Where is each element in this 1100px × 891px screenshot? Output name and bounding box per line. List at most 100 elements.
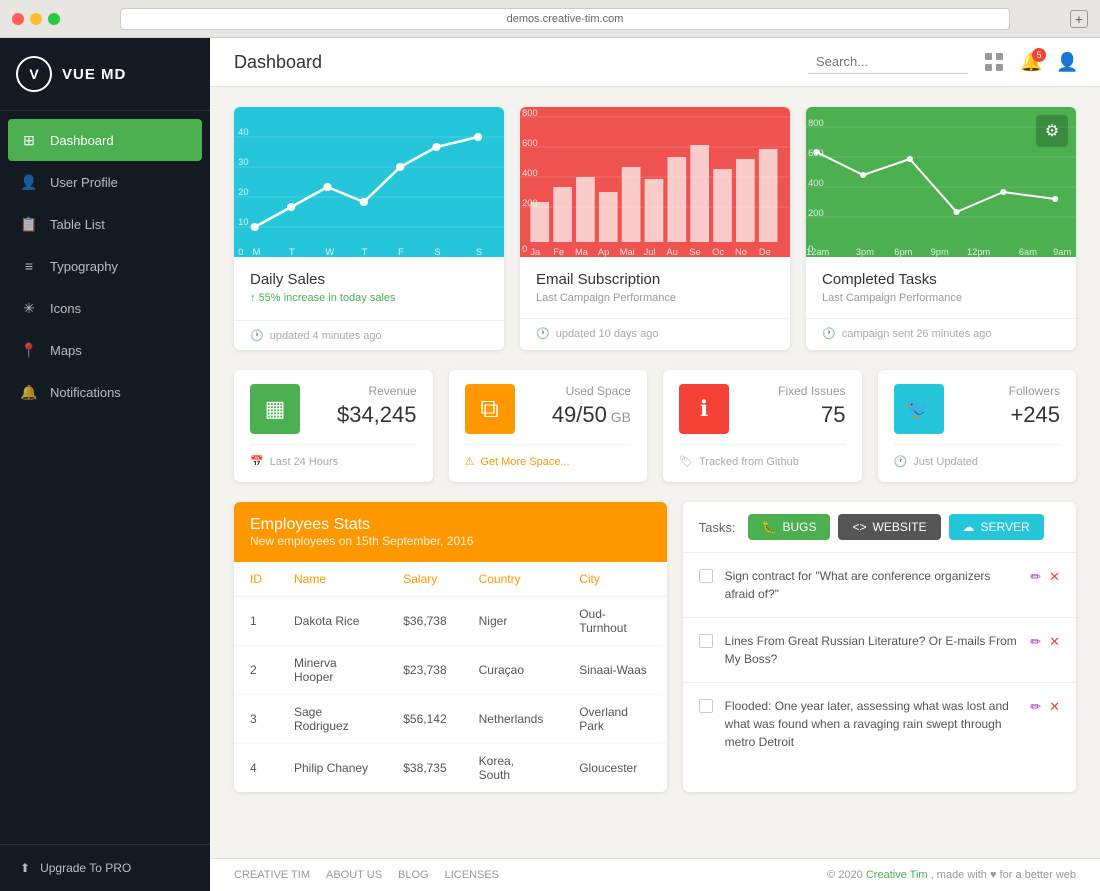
cell-id: 4 — [234, 744, 278, 793]
svg-text:Mai: Mai — [620, 247, 635, 257]
sidebar-item-typography[interactable]: ≡ Typography — [0, 245, 210, 287]
upgrade-button[interactable]: ⬆ Upgrade To PRO — [0, 844, 210, 891]
footer-link-blog[interactable]: BLOG — [398, 869, 429, 881]
cell-country: Curaçao — [463, 646, 564, 695]
url-bar[interactable]: demos.creative-tim.com — [120, 8, 1010, 30]
used-space-icon: ⧉ — [465, 384, 515, 434]
logo-icon: V — [16, 56, 52, 92]
search-input[interactable] — [808, 50, 968, 74]
user-icon: 👤 — [20, 173, 38, 191]
add-tab-button[interactable]: + — [1070, 10, 1088, 28]
footer-link-licenses[interactable]: LICENSES — [445, 869, 499, 881]
fixed-issues-footer: 🏷 Tracked from Github — [679, 444, 846, 468]
employees-table-body: 1Dakota Rice$36,738NigerOud-Turnhout2Min… — [234, 597, 667, 793]
cell-country: Niger — [463, 597, 564, 646]
task-delete-icon-3[interactable]: ✕ — [1049, 699, 1060, 715]
svg-text:Ap: Ap — [598, 247, 609, 257]
cell-salary: $23,738 — [387, 646, 462, 695]
tab-website[interactable]: <> WEBSITE — [838, 514, 940, 540]
close-dot[interactable] — [12, 13, 24, 25]
grid-icon[interactable] — [984, 52, 1004, 72]
task-delete-icon-1[interactable]: ✕ — [1049, 569, 1060, 585]
tab-bugs[interactable]: 🐛 BUGS — [748, 514, 831, 540]
revenue-info: Revenue $34,245 — [312, 384, 417, 428]
table-icon: 📋 — [20, 215, 38, 233]
task-edit-icon-2[interactable]: ✏ — [1030, 634, 1041, 650]
main-content: Dashboard 🔔 5 👤 — [210, 38, 1100, 891]
followers-label: Followers — [956, 384, 1061, 398]
email-subscription-title: Email Subscription — [536, 271, 774, 288]
svg-text:S: S — [476, 247, 482, 257]
table-row: 1Dakota Rice$36,738NigerOud-Turnhout — [234, 597, 667, 646]
sidebar-item-maps[interactable]: 📍 Maps — [0, 329, 210, 371]
app-name: VUE MD — [62, 66, 126, 83]
sidebar-nav: ⊞ Dashboard 👤 User Profile 📋 Table List … — [0, 111, 210, 844]
sidebar-item-label: Notifications — [50, 385, 121, 400]
sidebar-item-dashboard[interactable]: ⊞ Dashboard — [8, 119, 202, 161]
clock-icon: 🕐 — [822, 327, 836, 340]
used-space-card: ⧉ Used Space 49/50 GB ⚠ Get More Space..… — [449, 370, 648, 482]
footer-link-about-us[interactable]: ABOUT US — [326, 869, 382, 881]
sidebar-item-label: User Profile — [50, 175, 118, 190]
employees-title: Employees Stats — [250, 516, 651, 534]
employees-subtitle: New employees on 15th September, 2016 — [250, 534, 651, 548]
sidebar-item-notifications[interactable]: 🔔 Notifications — [0, 371, 210, 413]
employees-table: ID Name Salary Country City 1Dakota Rice… — [234, 562, 667, 792]
col-city: City — [563, 562, 666, 597]
task-checkbox-2[interactable] — [699, 634, 713, 648]
tasks-list: Sign contract for "What are conference o… — [683, 553, 1076, 765]
sidebar-item-user-profile[interactable]: 👤 User Profile — [0, 161, 210, 203]
sidebar-logo: V VUE MD — [0, 38, 210, 111]
get-more-space-link[interactable]: Get More Space... — [480, 456, 569, 468]
used-space-top: ⧉ Used Space 49/50 GB — [465, 384, 632, 434]
daily-sales-footer: 🕐 updated 4 minutes ago — [234, 320, 504, 350]
task-delete-icon-2[interactable]: ✕ — [1049, 634, 1060, 650]
svg-text:40: 40 — [238, 127, 248, 137]
cell-country: Korea, South — [463, 744, 564, 793]
used-space-label: Used Space — [527, 384, 632, 398]
completed-tasks-title: Completed Tasks — [822, 271, 1060, 288]
cell-city: Gloucester — [563, 744, 666, 793]
svg-text:30: 30 — [238, 157, 248, 167]
footer-brand-link[interactable]: Creative Tim — [866, 869, 928, 881]
task-edit-icon-3[interactable]: ✏ — [1030, 699, 1041, 715]
sidebar-item-table-list[interactable]: 📋 Table List — [0, 203, 210, 245]
task-checkbox-1[interactable] — [699, 569, 713, 583]
svg-text:W: W — [325, 247, 334, 257]
svg-text:Ma: Ma — [575, 247, 589, 257]
notifications-bell-icon[interactable]: 🔔 5 — [1020, 52, 1040, 72]
svg-text:9pm: 9pm — [931, 247, 950, 257]
col-id: ID — [234, 562, 278, 597]
revenue-footer: 📅 Last 24 Hours — [250, 444, 417, 468]
footer-links: CREATIVE TIM ABOUT US BLOG LICENSES — [234, 869, 499, 881]
email-subscription-card: 800 600 400 200 0 — [520, 107, 790, 350]
cell-id: 2 — [234, 646, 278, 695]
table-row: 2Minerva Hooper$23,738CuraçaoSinaai-Waas — [234, 646, 667, 695]
daily-sales-increase: ↑ 55% increase in today sales — [250, 292, 488, 304]
daily-sales-title: Daily Sales — [250, 271, 488, 288]
footer-link-creative-tim[interactable]: CREATIVE TIM — [234, 869, 310, 881]
gear-button[interactable]: ⚙ — [1036, 115, 1068, 147]
content-area: 40 30 20 10 0 — [210, 87, 1100, 858]
url-text: demos.creative-tim.com — [507, 13, 624, 25]
sidebar-item-icons[interactable]: ✳ Icons — [0, 287, 210, 329]
col-salary: Salary — [387, 562, 462, 597]
task-edit-icon-1[interactable]: ✏ — [1030, 569, 1041, 585]
svg-text:S: S — [434, 247, 440, 257]
email-subscription-chart: 800 600 400 200 0 — [520, 107, 790, 257]
upgrade-icon: ⬆ — [20, 861, 30, 875]
header: Dashboard 🔔 5 👤 — [210, 38, 1100, 87]
svg-text:Jul: Jul — [644, 247, 656, 257]
svg-text:Se: Se — [689, 247, 700, 257]
user-avatar-icon[interactable]: 👤 — [1056, 52, 1076, 72]
maximize-dot[interactable] — [48, 13, 60, 25]
page-title: Dashboard — [234, 52, 808, 73]
cloud-icon: ☁ — [963, 520, 975, 534]
svg-text:T: T — [289, 247, 295, 257]
minimize-dot[interactable] — [30, 13, 42, 25]
maps-icon: 📍 — [20, 341, 38, 359]
svg-text:M: M — [253, 247, 261, 257]
followers-footer: 🕐 Just Updated — [894, 444, 1061, 468]
task-checkbox-3[interactable] — [699, 699, 713, 713]
tab-server[interactable]: ☁ SERVER — [949, 514, 1044, 540]
